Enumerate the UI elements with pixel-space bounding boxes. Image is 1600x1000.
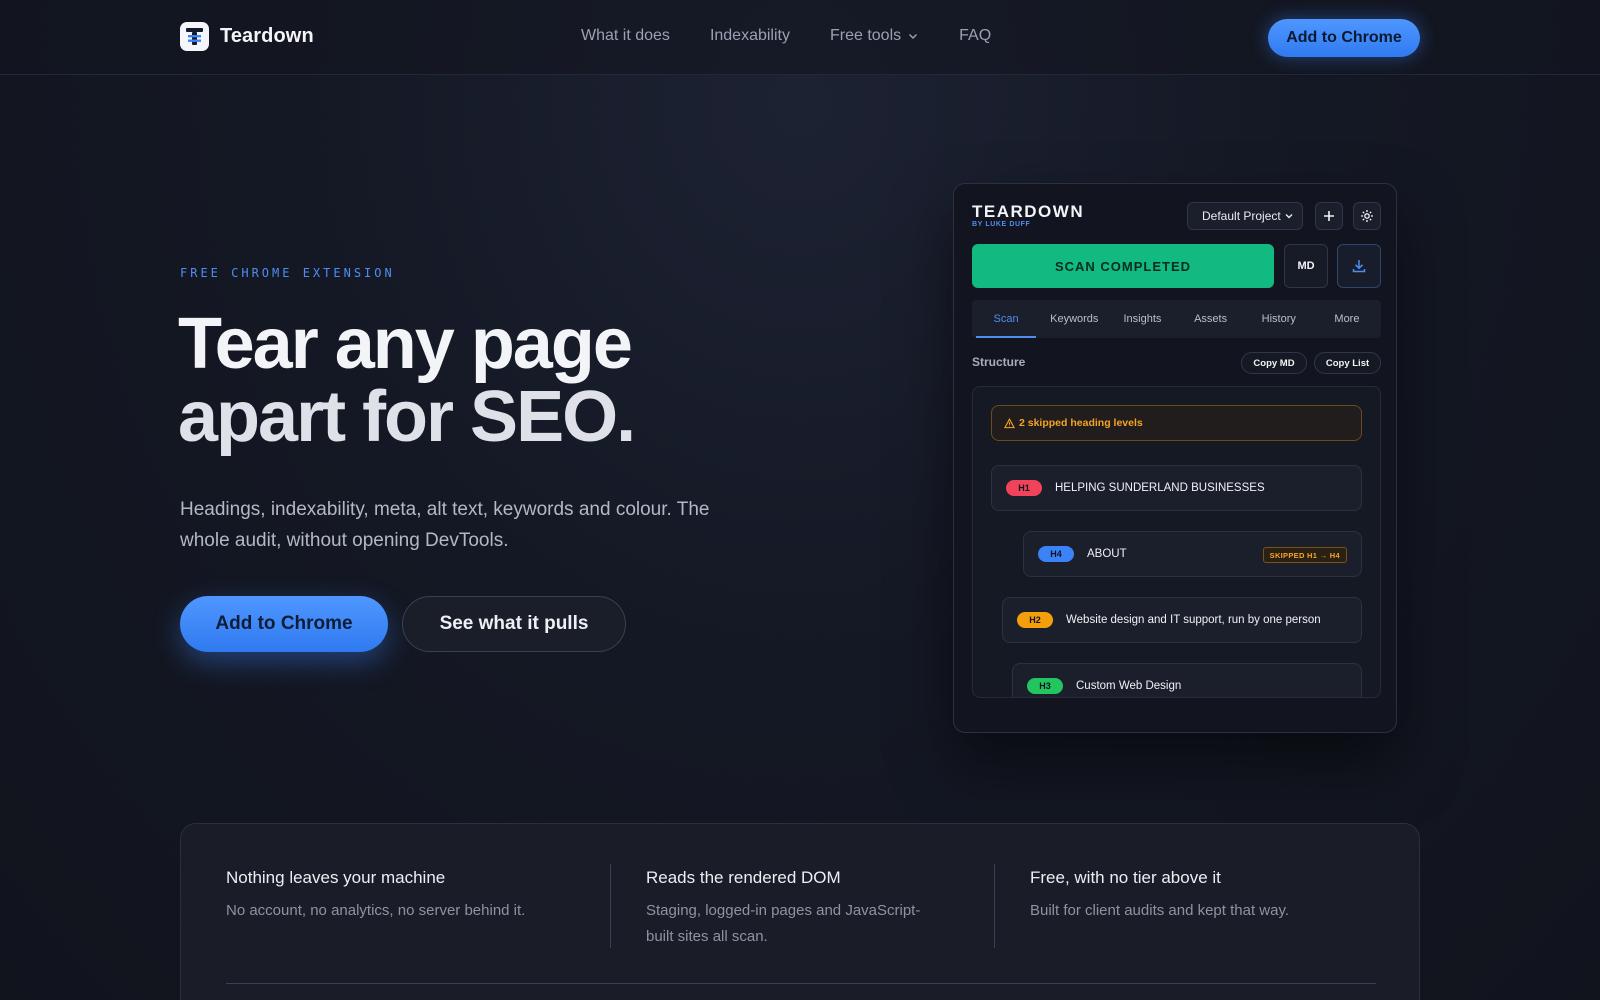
chevron-down-icon bbox=[909, 34, 918, 39]
project-select[interactable]: Default Project bbox=[1187, 202, 1303, 230]
chevron-down-icon bbox=[1285, 214, 1293, 219]
copy-md-button[interactable]: Copy MD bbox=[1241, 352, 1307, 374]
feature-free: Free, with no tier above it Built for cl… bbox=[1030, 868, 1390, 924]
hero-eyebrow: FREE CHROME EXTENSION bbox=[180, 266, 395, 280]
tab-keywords[interactable]: Keywords bbox=[1040, 300, 1108, 338]
scan-completed-button[interactable]: SCAN COMPLETED bbox=[972, 244, 1274, 288]
nav-link-indexability[interactable]: Indexability bbox=[710, 27, 790, 45]
heading-level-badge: H1 bbox=[1006, 480, 1042, 496]
tab-scan[interactable]: Scan bbox=[972, 300, 1040, 338]
download-button[interactable] bbox=[1337, 244, 1381, 288]
heading-text: Website design and IT support, run by on… bbox=[1066, 614, 1321, 626]
nav-add-to-chrome-button[interactable]: Add to Chrome bbox=[1268, 19, 1420, 57]
hero-title-line1: Tear any page bbox=[178, 304, 633, 384]
feature-title: Nothing leaves your machine bbox=[226, 868, 446, 887]
see-what-it-pulls-button[interactable]: See what it pulls bbox=[402, 596, 626, 652]
heading-row-h4[interactable]: H4 ABOUT SKIPPED H1 → H4 bbox=[1023, 531, 1362, 577]
hero-title-line2: apart for SEO. bbox=[178, 377, 636, 457]
heading-text: ABOUT bbox=[1087, 548, 1127, 560]
tab-more[interactable]: More bbox=[1313, 300, 1381, 338]
settings-button[interactable] bbox=[1353, 202, 1381, 230]
hero-subtitle: Headings, indexability, meta, alt text, … bbox=[180, 499, 710, 551]
download-icon bbox=[1352, 260, 1366, 273]
brand-name: Teardown bbox=[220, 25, 314, 47]
panel-brand: TEARDOWN BY LUKE DUFF bbox=[972, 202, 1084, 228]
heading-row-h1[interactable]: H1 HELPING SUNDERLAND BUSINESSES bbox=[991, 465, 1362, 511]
heading-level-badge: H4 bbox=[1038, 546, 1074, 562]
heading-text: HELPING SUNDERLAND BUSINESSES bbox=[1055, 482, 1265, 494]
feature-local: Nothing leaves your machine No account, … bbox=[226, 868, 576, 924]
teardown-logo-icon bbox=[180, 22, 209, 51]
plus-icon bbox=[1324, 211, 1334, 221]
warning-icon bbox=[1004, 417, 1015, 428]
feature-desc: Staging, logged-in pages and JavaScript-… bbox=[646, 902, 921, 945]
nav-link-free-tools[interactable]: Free tools bbox=[830, 27, 919, 45]
panel-brand-name: TEARDOWN bbox=[972, 202, 1085, 221]
feature-divider bbox=[610, 864, 611, 948]
skipped-level-badge: SKIPPED H1 → H4 bbox=[1262, 547, 1347, 563]
hero-title: Tear any page apart for SEO. bbox=[178, 308, 778, 454]
features-bottom-divider bbox=[226, 983, 1376, 984]
brand[interactable]: Teardown bbox=[180, 22, 314, 51]
export-md-button[interactable]: MD bbox=[1284, 244, 1328, 288]
feature-title: Reads the rendered DOM bbox=[646, 868, 841, 887]
project-select-value: Default Project bbox=[1202, 209, 1281, 223]
heading-row-h2[interactable]: H2 Website design and IT support, run by… bbox=[1002, 597, 1362, 643]
hero-add-to-chrome-button[interactable]: Add to Chrome bbox=[180, 596, 388, 652]
gear-icon bbox=[1361, 210, 1373, 222]
panel-byline: BY LUKE DUFF bbox=[972, 221, 1031, 228]
add-project-button[interactable] bbox=[1315, 202, 1343, 230]
tab-history[interactable]: History bbox=[1245, 300, 1313, 338]
nav-link-what-it-does[interactable]: What it does bbox=[581, 27, 670, 45]
nav-links: What it does Indexability Free tools FAQ bbox=[581, 27, 991, 45]
heading-level-badge: H2 bbox=[1017, 612, 1053, 628]
skipped-levels-warning-text: 2 skipped heading levels bbox=[1019, 417, 1143, 429]
heading-text: Custom Web Design bbox=[1076, 680, 1182, 692]
feature-desc: Built for client audits and kept that wa… bbox=[1030, 902, 1290, 919]
extension-preview-panel: TEARDOWN BY LUKE DUFF Default Project SC… bbox=[953, 183, 1397, 733]
feature-desc: No account, no analytics, no server behi… bbox=[226, 902, 526, 919]
feature-rendered-dom: Reads the rendered DOM Staging, logged-i… bbox=[646, 868, 946, 950]
panel-tabs: Scan Keywords Insights Assets History Mo… bbox=[972, 300, 1381, 338]
feature-divider bbox=[994, 864, 995, 948]
heading-structure-list: 2 skipped heading levels H1 HELPING SUND… bbox=[972, 386, 1381, 698]
nav-link-faq[interactable]: FAQ bbox=[959, 27, 991, 45]
skipped-levels-warning: 2 skipped heading levels bbox=[991, 405, 1362, 441]
heading-level-badge: H3 bbox=[1027, 678, 1063, 694]
feature-title: Free, with no tier above it bbox=[1030, 868, 1221, 887]
tab-insights[interactable]: Insights bbox=[1108, 300, 1176, 338]
nav-link-free-tools-label: Free tools bbox=[829, 27, 902, 44]
tab-assets[interactable]: Assets bbox=[1177, 300, 1245, 338]
copy-list-button[interactable]: Copy List bbox=[1314, 352, 1381, 374]
top-navigation: Teardown What it does Indexability Free … bbox=[0, 0, 1600, 75]
structure-label: Structure bbox=[972, 355, 1026, 369]
features-strip: Nothing leaves your machine No account, … bbox=[180, 823, 1420, 1000]
heading-row-h3[interactable]: H3 Custom Web Design bbox=[1012, 663, 1362, 697]
